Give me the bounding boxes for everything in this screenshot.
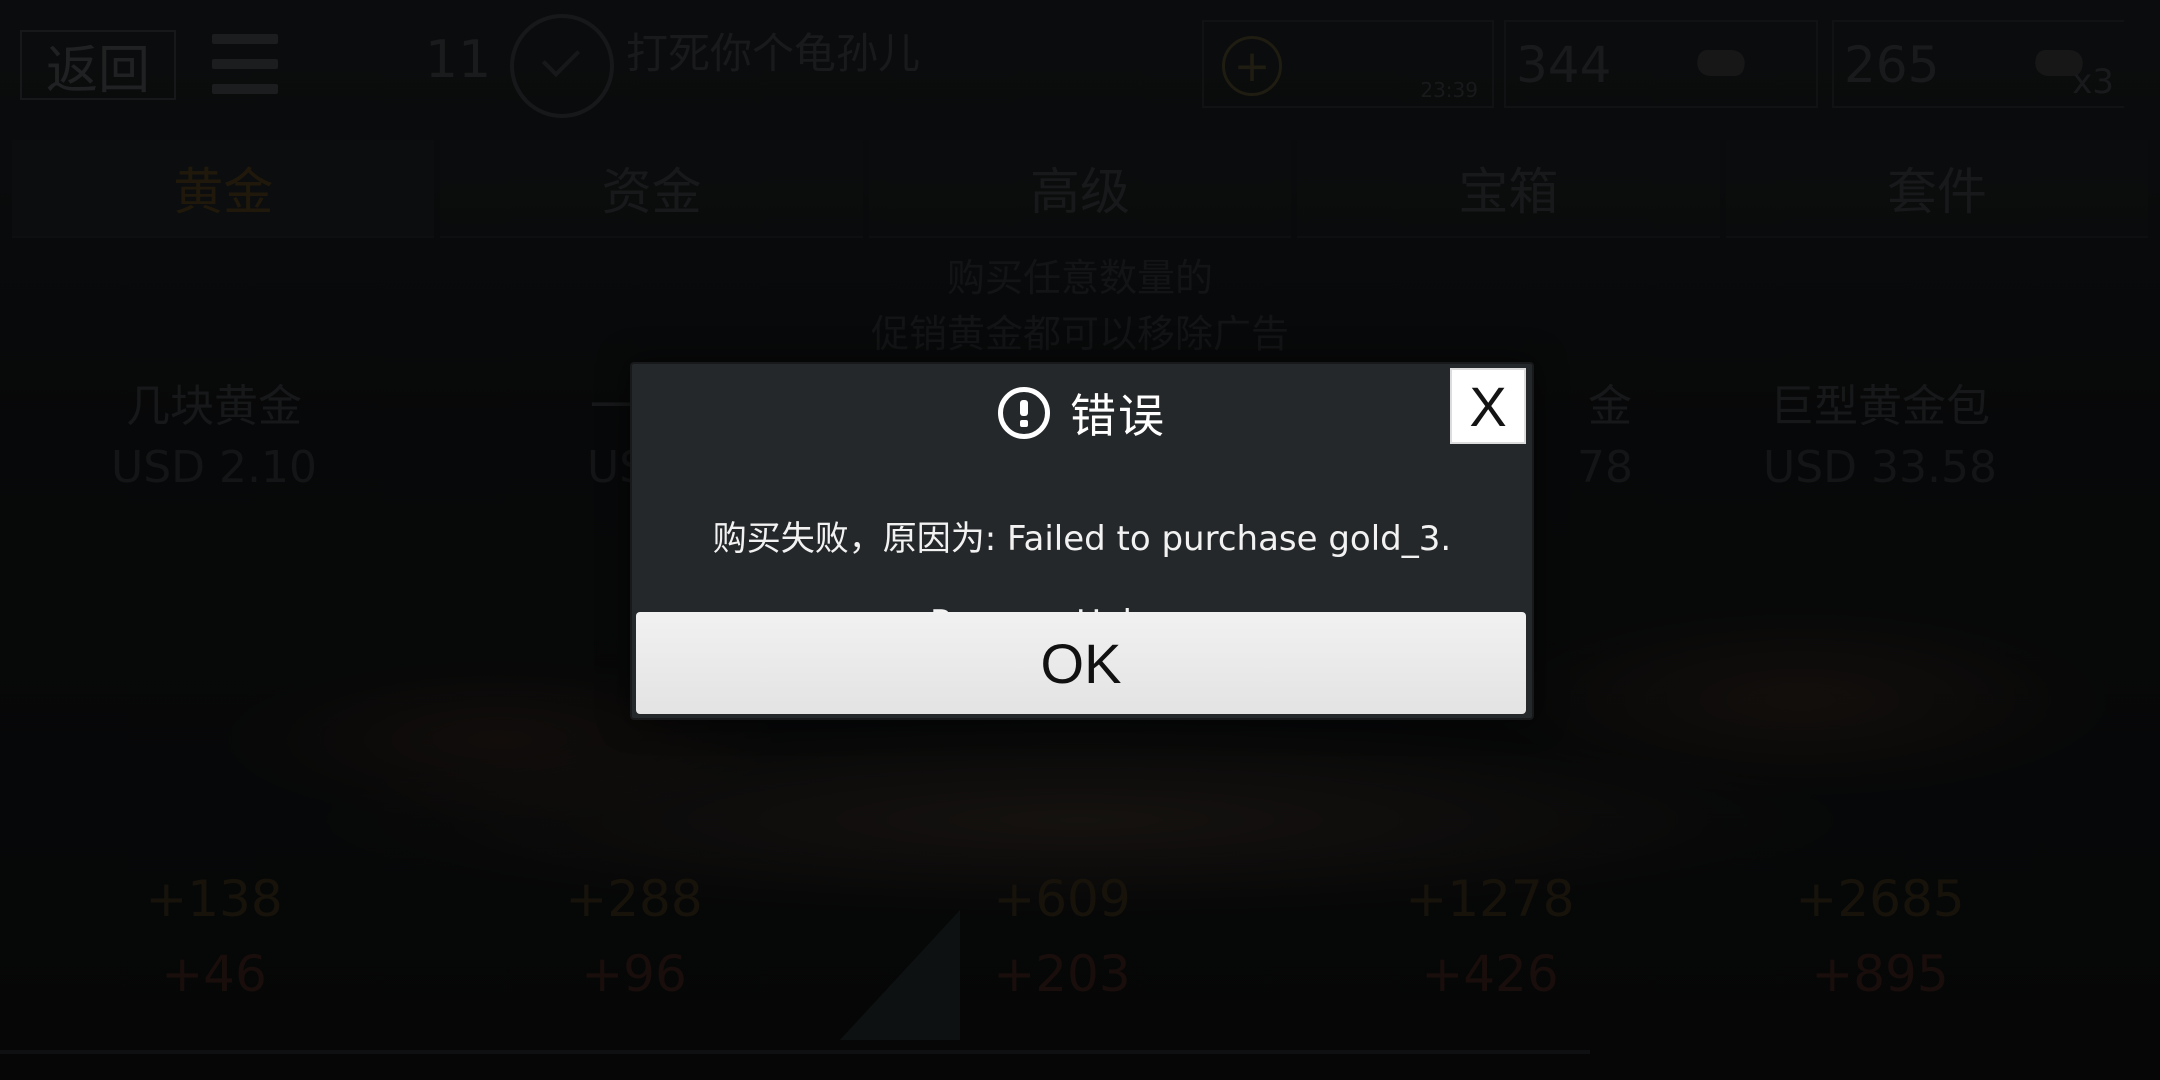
cash-amount: 265 [1844,36,1940,94]
player-level: 11 [425,30,492,90]
product-price: USD 2.10 [111,442,317,493]
video-reward-panel[interactable]: + 23:39 [1202,20,1494,108]
error-dialog: 错误 X 购买失败，原因为: Failed to purchase gold_3… [630,362,1534,720]
product-bonus: +426 [1421,945,1559,1003]
tab-premium[interactable]: 高级 [868,140,1292,238]
tab-cash[interactable]: 资金 [440,140,863,238]
top-bar: 返回 11 打死你个龟孙儿 + 23:39 344 265 x3 [0,0,2160,125]
promo-line-2: 促销黄金都可以移除广告 [870,312,1289,356]
promo-line-1: 购买任意数量的 [946,256,1213,300]
gold-amount: 344 [1516,36,1612,94]
menu-icon[interactable] [212,34,278,94]
product-price: USD 33.58 [1763,442,1997,493]
level-badge-icon [510,14,614,118]
product-name: 巨型黄金包 [1770,381,1990,432]
product-amount: +2685 [1795,870,1965,928]
decorative-shape [840,910,960,1040]
multiplier-badge: x3 [2072,62,2114,102]
close-button[interactable]: X [1450,368,1526,444]
product-card[interactable]: 巨型黄金包 USD 33.58 +2685 +895 [1690,370,2070,1003]
cash-balance[interactable]: 265 x3 [1832,20,2124,108]
product-amount: +288 [565,870,703,928]
ok-button[interactable]: OK [636,612,1526,714]
alert-circle-icon [998,387,1050,439]
product-card[interactable]: 几块黄金 USD 2.10 +138 +46 [24,370,404,1003]
promo-text: 购买任意数量的 促销黄金都可以移除广告 [0,250,2160,362]
tab-chests[interactable]: 宝箱 [1297,140,1720,238]
product-amount: +1278 [1405,870,1575,928]
add-icon[interactable]: + [1222,36,1282,96]
gold-bar-icon [1691,50,1751,76]
gold-balance[interactable]: 344 [1504,20,1818,108]
product-bonus: +96 [581,945,687,1003]
shop-tabs: 黄金 资金 高级 宝箱 套件 [12,140,2149,238]
product-amount: +138 [145,870,283,928]
tab-bundles[interactable]: 套件 [1725,140,2149,238]
scrollbar[interactable] [0,1050,1590,1054]
product-bonus: +895 [1811,945,1949,1003]
player-name: 打死你个龟孙儿 [626,29,921,78]
dialog-title: 错误 [1070,389,1166,443]
back-button[interactable]: 返回 [20,30,176,101]
product-name: 几块黄金 [126,381,302,432]
reward-timer: 23:39 [1420,78,1478,102]
error-message-line-1: 购买失败，原因为: Failed to purchase gold_3. [712,519,1452,559]
tab-gold[interactable]: 黄金 [12,140,435,238]
dialog-header: 错误 [632,374,1532,452]
product-bonus: +46 [161,945,267,1003]
